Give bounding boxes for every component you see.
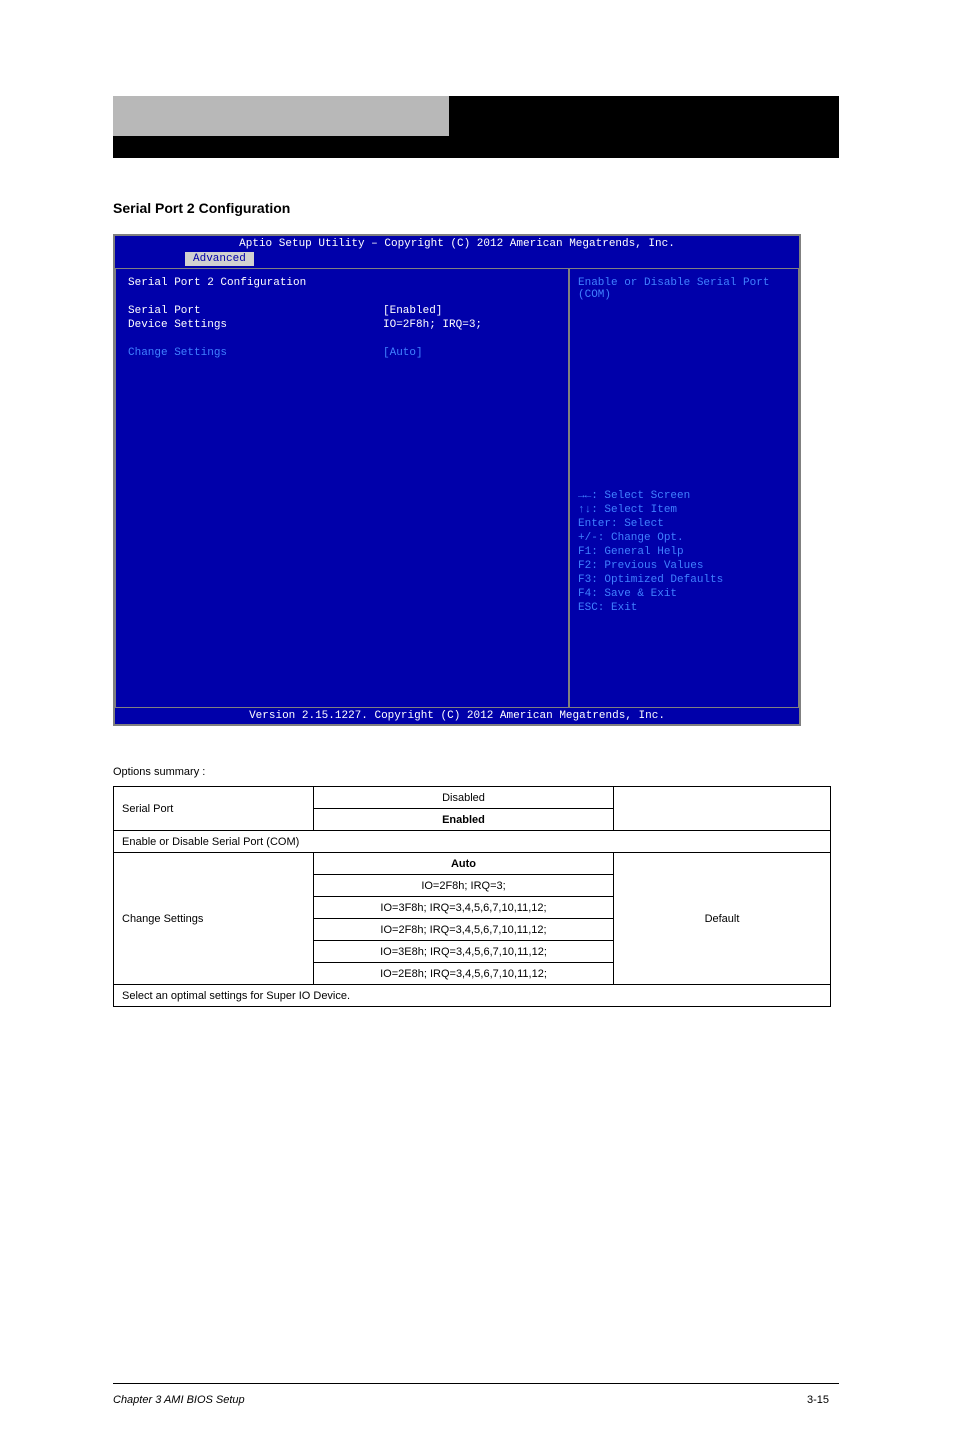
cell-serial-port-label: Serial Port	[114, 787, 314, 831]
options-summary-label: Options summary :	[113, 766, 205, 778]
bold-text: Auto	[451, 858, 476, 870]
cell-option: Auto	[314, 853, 614, 875]
cell-option: Enabled	[314, 809, 614, 831]
bios-value: IO=2F8h; IRQ=3;	[383, 319, 482, 331]
bios-title-top: Aptio Setup Utility – Copyright (C) 2012…	[115, 236, 799, 252]
bios-row-device-settings: Device Settings IO=2F8h; IRQ=3;	[128, 319, 556, 331]
key-hint: F2: Previous Values	[578, 559, 723, 573]
bios-row-change-settings[interactable]: Change Settings [Auto]	[128, 347, 556, 359]
cell-option: IO=3F8h; IRQ=3,4,5,6,7,10,11,12;	[314, 897, 614, 919]
bios-window: Aptio Setup Utility – Copyright (C) 2012…	[113, 234, 801, 726]
bios-left-panel: Serial Port 2 Configuration Serial Port …	[115, 268, 569, 708]
cell-option: IO=2E8h; IRQ=3,4,5,6,7,10,11,12;	[314, 963, 614, 985]
options-table: Serial Port Disabled Enabled Enable or D…	[113, 786, 831, 1007]
table-row: Serial Port Disabled	[114, 787, 831, 809]
cell-help: Enable or Disable Serial Port (COM)	[114, 831, 831, 853]
key-hint: Enter: Select	[578, 517, 723, 531]
bios-tabs: Advanced	[115, 252, 799, 268]
bios-body: Serial Port 2 Configuration Serial Port …	[115, 268, 799, 708]
bios-row-serial-port[interactable]: Serial Port [Enabled]	[128, 305, 556, 317]
cell-help: Select an optimal settings for Super IO …	[114, 985, 831, 1007]
table-row: Select an optimal settings for Super IO …	[114, 985, 831, 1007]
key-hint: ↑↓: Select Item	[578, 503, 723, 517]
bios-label: Serial Port	[128, 305, 383, 317]
cell-option: IO=2F8h; IRQ=3;	[314, 875, 614, 897]
bios-label: Device Settings	[128, 319, 383, 331]
tab-advanced[interactable]: Advanced	[185, 252, 254, 266]
bios-value: [Auto]	[383, 347, 423, 359]
key-hint: F3: Optimized Defaults	[578, 573, 723, 587]
page-number: 3-15	[807, 1394, 829, 1406]
cell-change-label: Change Settings	[114, 853, 314, 985]
header-bar	[113, 96, 839, 158]
bios-key-hints: →←: Select Screen ↑↓: Select Item Enter:…	[578, 489, 723, 615]
key-hint: F4: Save & Exit	[578, 587, 723, 601]
cell-default: Default	[614, 853, 831, 985]
key-hint: F1: General Help	[578, 545, 723, 559]
table-row: Enable or Disable Serial Port (COM)	[114, 831, 831, 853]
header-left-blank	[113, 96, 449, 136]
chapter-label: Chapter 3 AMI BIOS Setup	[113, 1394, 245, 1406]
table-row: Change Settings Auto Default	[114, 853, 831, 875]
bios-title-bottom: Version 2.15.1227. Copyright (C) 2012 Am…	[115, 708, 799, 724]
bios-value: [Enabled]	[383, 305, 442, 317]
key-hint: ESC: Exit	[578, 601, 723, 615]
bold-text: Enabled	[442, 814, 485, 826]
bios-help-text: Enable or Disable Serial Port (COM)	[578, 277, 790, 301]
cell-option: IO=3E8h; IRQ=3,4,5,6,7,10,11,12;	[314, 941, 614, 963]
bios-label: Change Settings	[128, 347, 383, 359]
key-hint: +/-: Change Opt.	[578, 531, 723, 545]
cell-option: Disabled	[314, 787, 614, 809]
key-hint: →←: Select Screen	[578, 489, 723, 503]
bios-config-title: Serial Port 2 Configuration	[128, 277, 556, 289]
header-right	[449, 96, 839, 158]
cell-option: IO=2F8h; IRQ=3,4,5,6,7,10,11,12;	[314, 919, 614, 941]
section-title: Serial Port 2 Configuration	[113, 200, 290, 216]
footer-divider	[113, 1383, 839, 1384]
spacer	[128, 333, 556, 347]
cell-default	[614, 787, 831, 831]
bios-right-panel: Enable or Disable Serial Port (COM) →←: …	[569, 268, 799, 708]
